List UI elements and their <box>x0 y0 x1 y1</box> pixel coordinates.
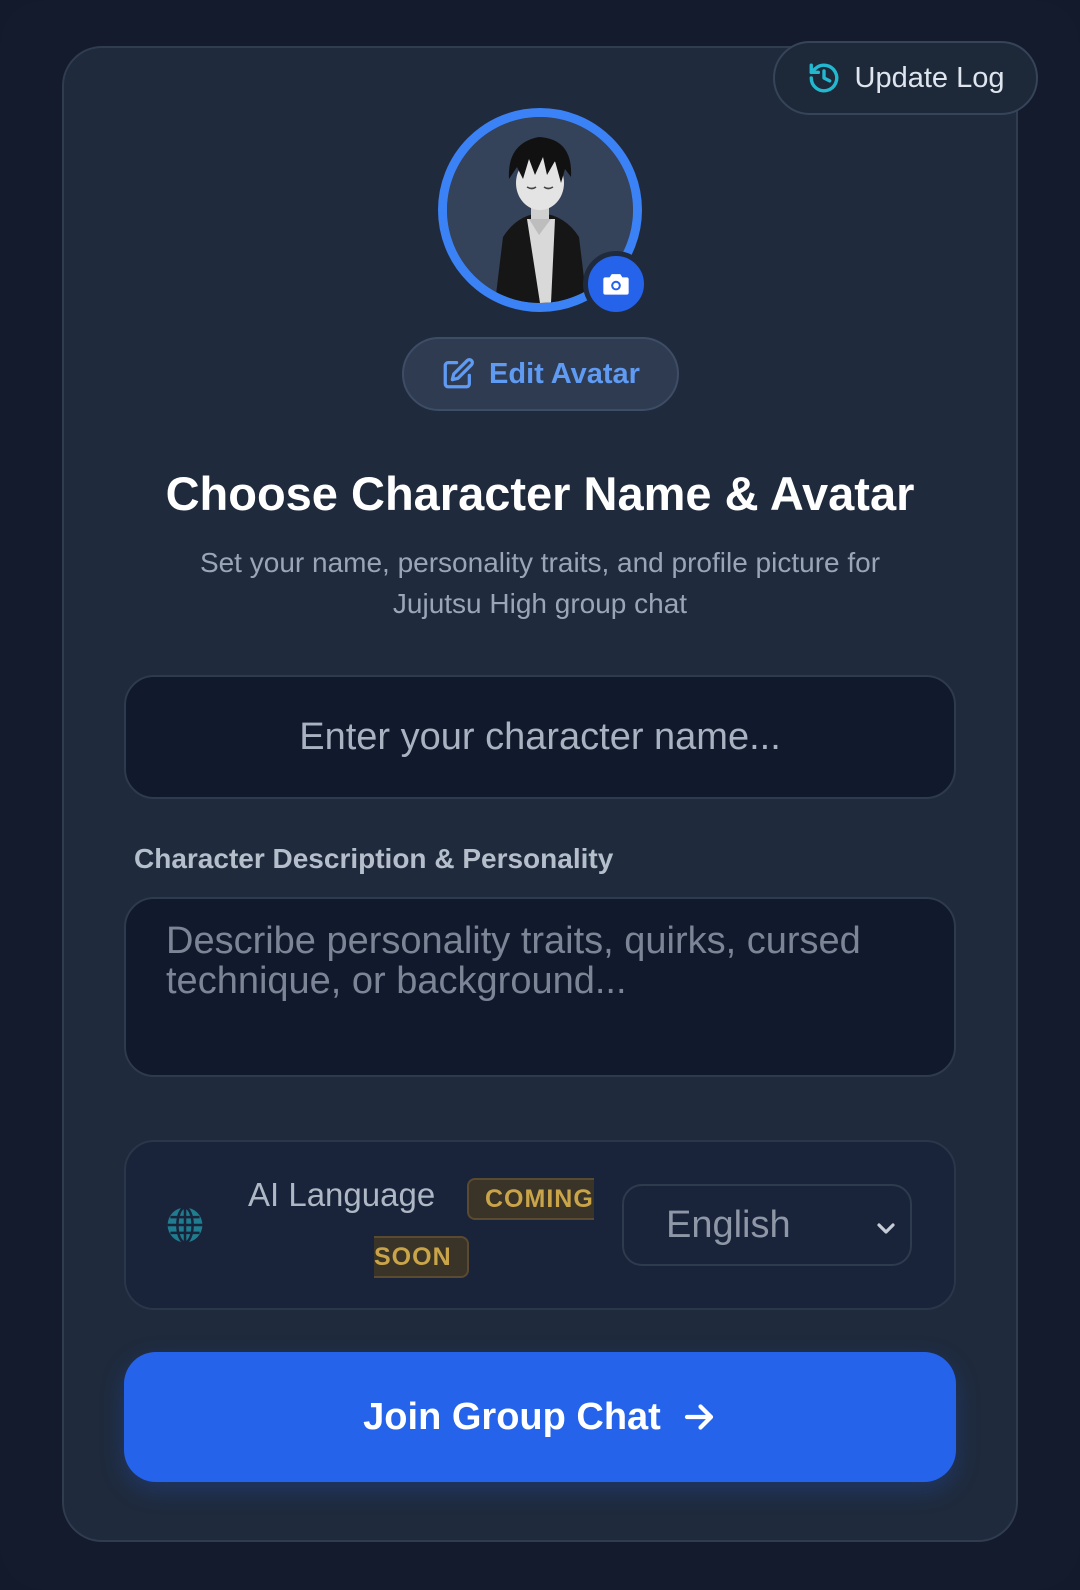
camera-icon <box>603 274 629 295</box>
change-avatar-camera-button[interactable] <box>583 251 649 317</box>
update-log-button[interactable]: Update Log <box>773 41 1038 115</box>
arrow-right-icon <box>684 1404 713 1430</box>
ai-language-panel: AI Language COMING SOON English <box>124 1140 956 1310</box>
language-select[interactable]: English <box>622 1184 912 1266</box>
avatar-container <box>438 108 649 317</box>
app-frame: Update Log Edit Avatar Choose Character … <box>0 0 1080 1590</box>
coming-soon-badge: COMING <box>467 1178 594 1220</box>
globe-icon <box>167 1206 203 1244</box>
ai-language-label: AI Language <box>248 1176 436 1213</box>
page-title: Choose Character Name & Avatar <box>165 467 915 520</box>
language-select-value: English <box>666 1203 791 1246</box>
join-group-chat-button[interactable]: Join Group Chat <box>124 1352 956 1482</box>
badge-text-line2: SOON <box>374 1242 452 1271</box>
history-icon <box>809 63 838 93</box>
edit-icon <box>443 358 474 389</box>
edit-avatar-button[interactable]: Edit Avatar <box>402 337 679 411</box>
update-log-label: Update Log <box>854 61 1005 94</box>
character-name-input[interactable] <box>124 675 956 799</box>
join-button-label: Join Group Chat <box>363 1395 661 1438</box>
coming-soon-badge-continued: SOON <box>374 1236 469 1278</box>
chevron-down-icon <box>877 1223 895 1234</box>
badge-text-line1: COMING <box>485 1184 594 1213</box>
page-subtitle: Set your name, personality traits, and p… <box>199 547 881 619</box>
description-label: Character Description & Personality <box>134 843 614 874</box>
edit-avatar-label: Edit Avatar <box>489 357 640 390</box>
character-description-input[interactable] <box>124 897 956 1077</box>
